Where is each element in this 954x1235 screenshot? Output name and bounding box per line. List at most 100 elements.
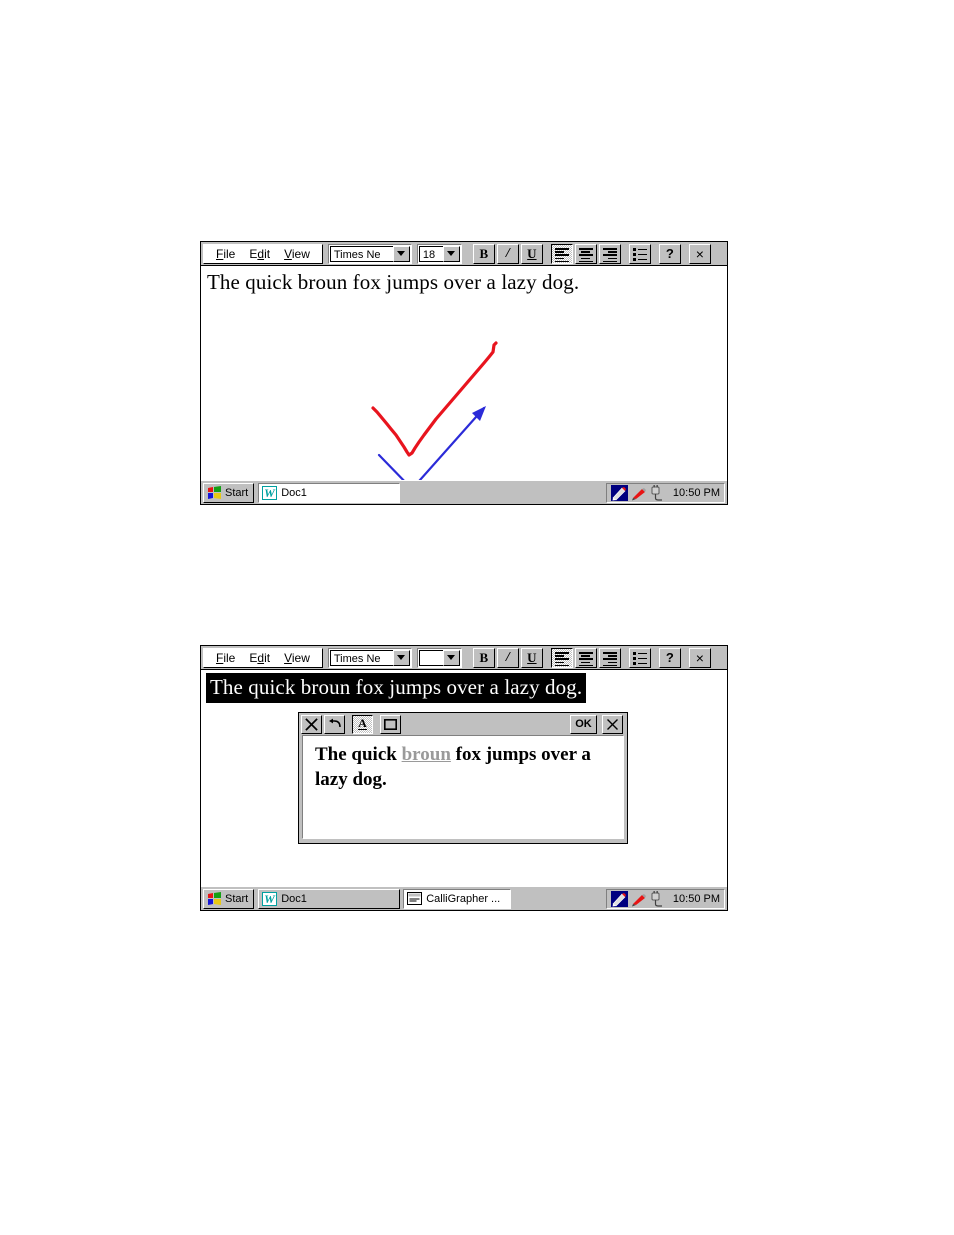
chevron-down-icon[interactable] [442,245,460,262]
underline-label: U [527,245,537,261]
tray-clock: 10:50 PM [672,486,720,499]
menu-edit[interactable]: Edit [242,245,277,263]
tray-clock: 10:50 PM [672,892,720,905]
clear-x-icon [305,717,318,731]
align-center-button[interactable] [574,647,597,668]
toolbar-top: File Edit View Times Ne 18 B / U ? × [201,242,727,266]
menu-bar-top: File Edit View [203,243,323,264]
svg-text:W: W [264,892,276,906]
chevron-down-icon[interactable] [392,649,410,666]
system-tray-bottom: 10:50 PM [605,888,725,909]
underline-button[interactable]: U [520,243,543,264]
ink-pen-icon[interactable] [630,485,647,501]
taskbar-item-label: Doc1 [281,486,307,499]
help-label: ? [665,650,674,665]
align-center-icon [578,652,593,667]
recognized-text-before: The quick [315,744,402,765]
font-size-combo-bottom[interactable] [416,647,462,668]
bullet-list-button[interactable] [628,647,651,668]
box-mode-button[interactable] [380,714,401,734]
menu-view[interactable]: View [277,245,317,263]
undo-arrow-icon [328,718,341,728]
taskbar-item-label: CalliGrapher ... [426,892,501,905]
font-size-combo-top[interactable]: 18 [416,243,462,264]
undo-button[interactable] [324,714,345,734]
bullet-list-icon [632,652,647,665]
underline-label: U [527,649,537,665]
menu-edit[interactable]: Edit [242,649,277,667]
document-text-line: The quick broun fox jumps over a lazy do… [207,270,580,294]
start-button[interactable]: Start [203,888,255,909]
taskbar-item-doc1[interactable]: W Doc1 [258,482,401,503]
ok-button[interactable]: OK [570,714,597,734]
italic-slash-icon: / [505,245,510,261]
help-button[interactable]: ? [658,243,681,264]
align-left-button[interactable] [550,647,573,668]
taskbar-bottom: Start W Doc1 CalliGrapher ... 10:50 PM [201,886,727,910]
clear-button[interactable] [301,714,322,734]
close-button[interactable]: × [688,243,711,264]
dialog-toolbar: A OK [299,713,627,735]
page-canvas: File Edit View Times Ne 18 B / U ? × The… [0,0,954,1235]
font-name-value: Times Ne [329,245,393,262]
chevron-down-icon[interactable] [442,649,460,666]
toolbar-bottom: File Edit View Times Ne B / U ? × [201,646,727,670]
align-right-icon [602,248,617,263]
help-label: ? [665,246,674,261]
menu-file[interactable]: File [209,245,242,263]
font-size-value [418,649,443,666]
close-icon: × [695,649,704,666]
close-icon: × [695,245,704,262]
menu-file[interactable]: File [209,649,242,667]
calligrapher-recognition-dialog: A OK The quick broun fox jumps over a la… [298,712,628,844]
bold-label: B [479,245,489,261]
calligrapher-notes-window-top: File Edit View Times Ne 18 B / U ? × The… [200,241,728,505]
bold-button[interactable]: B [472,243,495,264]
align-center-button[interactable] [574,243,597,264]
start-button[interactable]: Start [203,482,255,503]
menu-view[interactable]: View [277,649,317,667]
ok-label: OK [575,718,592,730]
bullet-list-button[interactable] [628,243,651,264]
svg-text:W: W [264,486,276,500]
bold-button[interactable]: B [472,647,495,668]
power-plug-icon[interactable] [649,484,666,501]
word-icon: W [262,891,278,906]
italic-button[interactable]: / [496,647,519,668]
text-mode-button[interactable]: A [352,714,373,734]
red-check-ink-stroke [371,341,498,457]
document-client-area-top[interactable]: The quick broun fox jumps over a lazy do… [201,266,727,481]
taskbar-item-calligrapher[interactable]: CalliGrapher ... [403,888,512,909]
pen-tablet-icon[interactable] [610,484,628,501]
underline-button[interactable]: U [520,647,543,668]
align-left-button[interactable] [550,243,573,264]
taskbar-top: Start W Doc1 10:50 PM [201,480,727,504]
align-right-button[interactable] [598,243,621,264]
font-name-combo-bottom[interactable]: Times Ne [327,647,412,668]
misspelled-word[interactable]: broun [402,744,451,765]
ink-overlay-top [371,341,498,481]
chevron-down-icon[interactable] [392,245,410,262]
align-left-icon [554,248,569,263]
system-tray-top: 10:50 PM [605,482,725,503]
align-right-button[interactable] [598,647,621,668]
letter-a-icon: A [358,716,367,730]
recognized-text-area[interactable]: The quick broun fox jumps over a lazy do… [302,735,624,839]
blue-arrow-ink-stroke [377,406,486,481]
power-plug-icon[interactable] [649,890,666,907]
close-button[interactable]: × [688,647,711,668]
bullet-list-icon [632,248,647,261]
italic-button[interactable]: / [496,243,519,264]
font-name-combo-top[interactable]: Times Ne [327,243,412,264]
taskbar-item-label: Doc1 [281,892,307,905]
close-button[interactable] [602,714,623,734]
taskbar-item-doc1[interactable]: W Doc1 [258,888,401,909]
close-icon [607,718,618,730]
italic-slash-icon: / [505,649,510,665]
rectangle-icon [384,718,397,730]
windows-logo-icon [208,891,221,905]
pen-tablet-icon[interactable] [610,890,628,907]
calligrapher-icon [407,892,423,905]
ink-pen-icon[interactable] [630,891,647,907]
help-button[interactable]: ? [658,647,681,668]
